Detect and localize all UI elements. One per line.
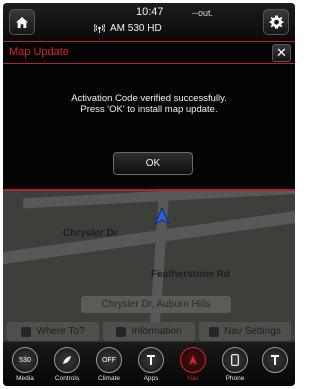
dock-nav[interactable]: Nav — [175, 347, 211, 382]
status-bar: 10:47 --out. AM 530 HD — [3, 3, 295, 41]
current-location: Chrysler Dr, Auburn Hills — [81, 296, 231, 313]
ok-button[interactable]: OK — [113, 152, 193, 175]
street-label: Featherstone Rd — [151, 269, 230, 280]
dialog-header: Map Update ✕ — [3, 42, 295, 64]
nav-settings-label: Nav Settings — [224, 326, 281, 337]
information-label: Information — [131, 326, 182, 337]
map-update-dialog: Map Update ✕ Activation Code verified su… — [3, 41, 295, 191]
dialog-title: Map Update — [9, 46, 69, 58]
close-icon: ✕ — [276, 45, 287, 60]
where-to-button[interactable]: Where To? — [7, 322, 99, 341]
apps-icon — [138, 347, 164, 373]
dock-label: Media — [16, 375, 34, 382]
info-icon — [116, 326, 127, 337]
gear-icon — [209, 326, 220, 337]
dock-label: Phone — [225, 375, 245, 382]
dock-label: Climate — [97, 375, 121, 382]
settings-button[interactable] — [263, 9, 289, 35]
information-button[interactable]: Information — [103, 322, 195, 341]
app-shortcut-icon — [262, 347, 288, 373]
dock-apps[interactable]: Apps — [133, 347, 169, 382]
bottom-dock: 530 Media Controls OFF Climate Apps Nav — [3, 341, 295, 386]
home-icon — [16, 16, 28, 28]
dock-controls[interactable]: Controls — [49, 347, 85, 382]
clock: 10:47 — [136, 6, 164, 18]
radio-station: AM 530 HD — [110, 23, 162, 34]
gear-icon — [268, 14, 284, 29]
vehicle-position-icon — [155, 208, 169, 224]
street-label: Chrysler Dr — [63, 228, 118, 239]
dock-phone[interactable]: Phone — [217, 347, 253, 382]
map-button-row: Where To? Information Nav Settings — [7, 322, 291, 341]
home-button[interactable] — [9, 9, 35, 35]
head-unit-screen: 10:47 --out. AM 530 HD Chrysler Dr Feath… — [3, 3, 295, 386]
controls-icon — [54, 347, 80, 373]
dock-app-shortcut[interactable] — [257, 347, 293, 375]
dock-climate[interactable]: OFF Climate — [91, 347, 127, 382]
dialog-message: Activation Code verified successfully. P… — [13, 93, 285, 115]
dock-label: Nav — [187, 375, 199, 382]
dock-label: Apps — [143, 375, 159, 382]
map-road — [3, 208, 295, 266]
where-to-label: Where To? — [36, 326, 85, 337]
nav-settings-button[interactable]: Nav Settings — [199, 322, 291, 341]
radio-signal-icon — [94, 24, 105, 33]
close-button[interactable]: ✕ — [272, 44, 291, 62]
dock-label: Controls — [54, 375, 80, 382]
dialog-message-line: Activation Code verified successfully. — [71, 93, 227, 104]
dialog-message-line: Press 'OK' to install map update. — [80, 104, 218, 115]
phone-icon — [222, 347, 248, 373]
climate-icon: OFF — [96, 347, 122, 373]
signpost-icon — [21, 326, 32, 337]
dock-media[interactable]: 530 Media — [7, 347, 43, 382]
radio-status: AM 530 HD — [94, 23, 162, 34]
outside-temperature: --out. — [192, 8, 214, 18]
media-icon: 530 — [12, 347, 38, 373]
nav-icon — [180, 347, 206, 373]
